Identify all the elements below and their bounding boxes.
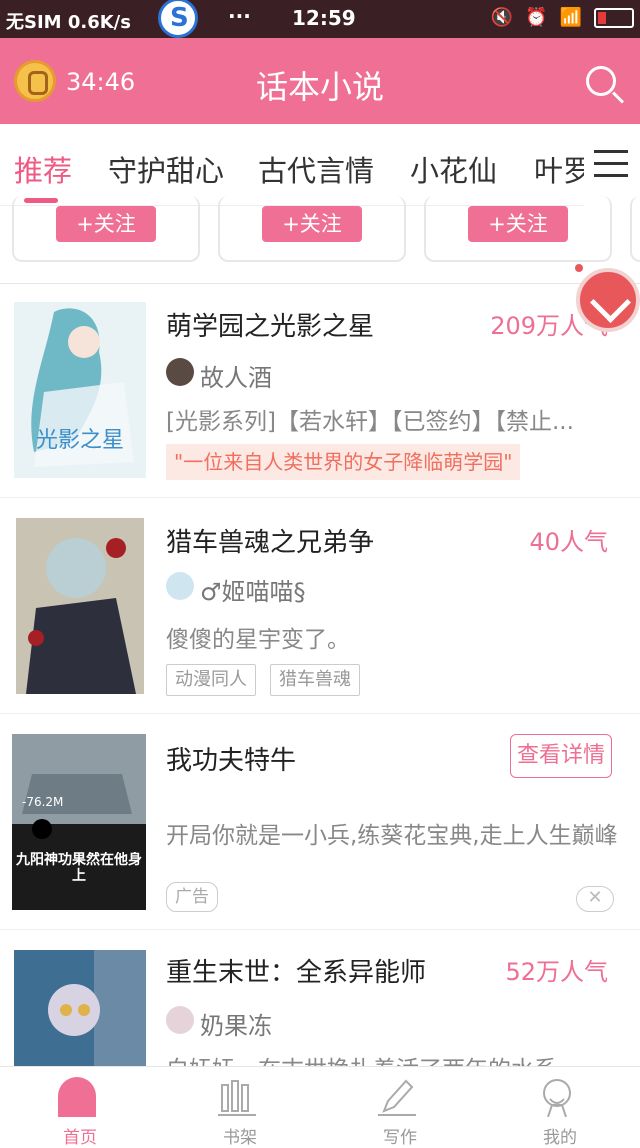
author-avatar[interactable] <box>166 572 194 600</box>
author-name[interactable]: 故人酒 <box>200 358 272 393</box>
page-title: 话本小说 <box>255 68 384 106</box>
pencil-icon <box>378 1079 416 1116</box>
app-header: 34:46 话本小说 <box>0 38 640 124</box>
profile-icon <box>543 1079 571 1117</box>
mute-icon: 🔇 <box>490 7 514 28</box>
author-name[interactable]: 奶果冻 <box>200 1006 272 1041</box>
book-cover[interactable] <box>14 950 146 1066</box>
carrier-text: 无SIM 0.6K/s <box>6 12 131 33</box>
nav-label: 书架 <box>223 1128 257 1148</box>
status-bar: 无SIM 0.6K/s ··· 12:59 🔇 ⏰ 📶 <box>0 0 640 38</box>
cover-title: 光影之星 <box>36 428 124 453</box>
tab-little-flower-fairy[interactable]: 小花仙 <box>410 148 497 190</box>
floating-gift-button[interactable] <box>576 268 640 332</box>
book-quote: "一位来自人类世界的女子降临萌学园" <box>166 444 521 480</box>
close-ad-icon[interactable]: ✕ <box>576 886 614 912</box>
bottom-nav: 首页 书架 写作 我的 <box>0 1066 640 1148</box>
book-tags-line: [光影系列]【若水轩】【已签约】【禁止... <box>166 409 574 435</box>
follow-cards-row: +关注 +关注 +关注 <box>0 196 640 284</box>
follow-button[interactable]: +关注 <box>262 206 362 242</box>
more-dots: ··· <box>228 4 251 28</box>
sogou-icon <box>158 0 198 38</box>
cover-number: -76.2M <box>22 795 63 809</box>
author-card: +关注 <box>218 196 406 262</box>
alarm-clock-icon: ⏰ <box>525 7 548 28</box>
ad-title[interactable]: 我功夫特牛 <box>166 740 296 777</box>
nav-label: 写作 <box>383 1128 417 1148</box>
ad-label: 广告 <box>166 882 218 912</box>
clock-time: 12:59 <box>292 6 356 30</box>
notification-dot <box>575 264 583 272</box>
search-icon[interactable] <box>586 66 616 96</box>
nav-bookshelf[interactable]: 书架 <box>160 1067 320 1148</box>
ad-list-item[interactable]: -76.2M 九阳神功果然在他身上 我功夫特牛 查看详情 开局你就是一小兵,练葵… <box>0 714 640 930</box>
nav-profile[interactable]: 我的 <box>480 1067 640 1148</box>
cover-caption: 九阳神功果然在他身上 <box>16 852 142 884</box>
wifi-icon: 📶 <box>559 7 582 28</box>
book-list-item[interactable]: 光影之星 萌学园之光影之星 209万人气 故人酒 [光影系列]【若水轩】【已签约… <box>0 284 640 498</box>
nav-label: 我的 <box>543 1128 577 1148</box>
ad-cover[interactable]: -76.2M 九阳神功果然在他身上 <box>12 734 146 910</box>
book-title[interactable]: 猎车兽魂之兄弟争 <box>166 522 374 559</box>
author-card: +关注 <box>424 196 612 262</box>
genre-tag[interactable]: 动漫同人 <box>166 664 256 696</box>
popularity-count: 52万人气 <box>505 958 608 986</box>
follow-button[interactable]: +关注 <box>56 206 156 242</box>
ad-description: 开局你就是一小兵,练葵花宝典,走上人生巅峰 <box>166 823 618 849</box>
status-icons: 🔇 ⏰ 📶 <box>491 7 634 28</box>
home-icon <box>58 1077 96 1117</box>
genre-tag[interactable]: 猎车兽魂 <box>270 664 360 696</box>
nav-write[interactable]: 写作 <box>320 1067 480 1148</box>
tab-ancient-romance[interactable]: 古代言情 <box>258 148 374 190</box>
popularity-count: 40人气 <box>529 528 608 556</box>
book-description: 傻傻的星宇变了。 <box>166 627 350 653</box>
author-avatar[interactable] <box>166 1006 194 1034</box>
book-list-item[interactable]: 重生末世：全系异能师 52万人气 奶果冻 白妩妩，在末世挣扎着活了两年的水系 <box>0 930 640 1083</box>
category-tabs: 推荐 守护甜心 古代言情 小花仙 叶罗丽 <box>0 124 640 206</box>
book-title[interactable]: 萌学园之光影之星 <box>166 306 374 343</box>
tab-recommend[interactable]: 推荐 <box>14 148 72 190</box>
tab-shugo-chara[interactable]: 守护甜心 <box>108 148 224 190</box>
book-cover[interactable]: 光影之星 <box>14 302 146 478</box>
author-name[interactable]: ♂姬喵喵§ <box>200 572 306 607</box>
author-card: +关注 <box>12 196 200 262</box>
follow-button[interactable]: +关注 <box>468 206 568 242</box>
view-details-button[interactable]: 查看详情 <box>510 734 612 778</box>
book-title[interactable]: 重生末世：全系异能师 <box>166 952 426 989</box>
author-card <box>630 196 640 262</box>
tab-menu-icon[interactable] <box>584 124 640 206</box>
battery-icon <box>594 7 634 28</box>
bookshelf-icon <box>218 1080 256 1116</box>
author-avatar[interactable] <box>166 358 194 386</box>
nav-home[interactable]: 首页 <box>0 1067 160 1148</box>
book-list-item[interactable]: 猎车兽魂之兄弟争 40人气 ♂姬喵喵§ 傻傻的星宇变了。 动漫同人 猎车兽魂 <box>0 498 640 714</box>
book-cover[interactable] <box>16 518 144 694</box>
nav-label: 首页 <box>63 1128 97 1148</box>
